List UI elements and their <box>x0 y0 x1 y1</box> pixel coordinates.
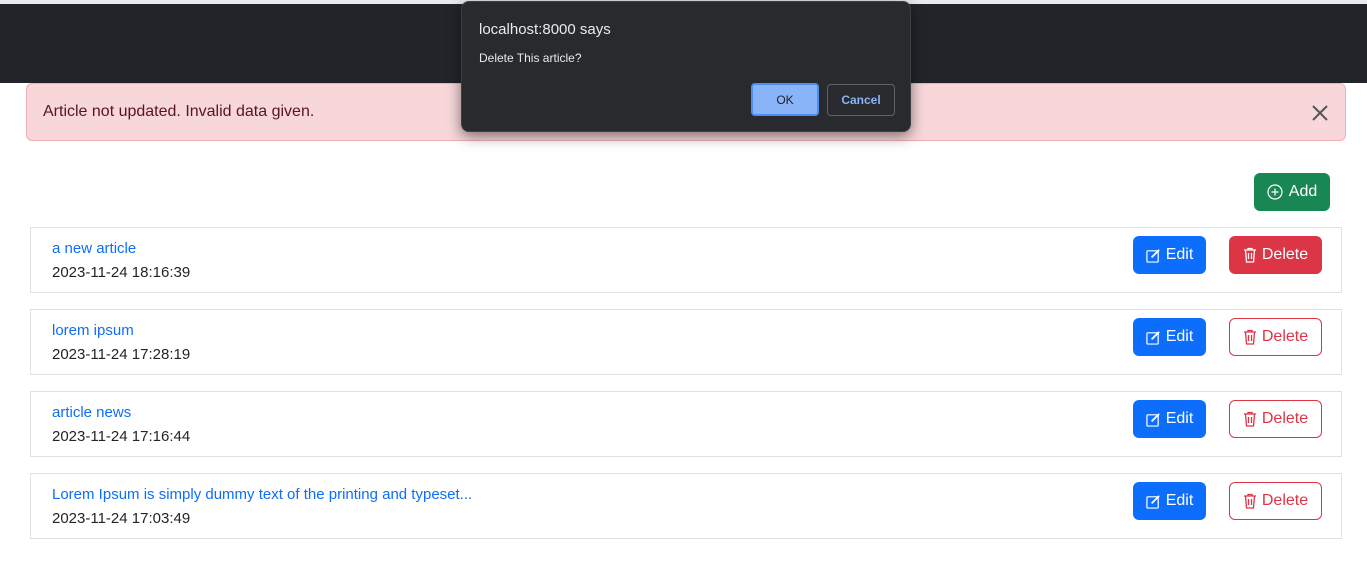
article-title-link[interactable]: article news <box>52 404 131 421</box>
article-date: 2023-11-24 17:16:44 <box>52 428 191 445</box>
edit-button[interactable]: Edit <box>1133 318 1206 356</box>
article-row: Lorem Ipsum is simply dummy text of the … <box>30 473 1342 539</box>
edit-label: Edit <box>1165 246 1194 263</box>
add-button[interactable]: Add <box>1254 173 1330 211</box>
edit-label: Edit <box>1165 410 1194 427</box>
edit-button[interactable]: Edit <box>1133 482 1206 520</box>
trash-icon <box>1243 329 1257 345</box>
delete-label: Delete <box>1261 328 1309 345</box>
trash-icon <box>1243 247 1257 263</box>
edit-button[interactable]: Edit <box>1133 400 1206 438</box>
delete-button[interactable]: Delete <box>1229 482 1322 520</box>
ok-button[interactable]: OK <box>751 83 819 116</box>
confirm-dialog: localhost:8000 says Delete This article?… <box>461 1 911 132</box>
delete-label: Delete <box>1261 492 1309 509</box>
close-icon[interactable] <box>1309 102 1331 124</box>
plus-circle-icon <box>1267 184 1283 200</box>
delete-button[interactable]: Delete <box>1229 400 1322 438</box>
alert-message: Article not updated. Invalid data given. <box>43 103 315 120</box>
edit-label: Edit <box>1165 328 1194 345</box>
pencil-square-icon <box>1146 494 1161 509</box>
article-row: a new article 2023-11-24 18:16:39 Edit D… <box>30 227 1342 293</box>
dialog-origin: localhost:8000 says <box>479 21 611 38</box>
delete-label: Delete <box>1261 410 1309 427</box>
dialog-message: Delete This article? <box>479 51 582 65</box>
article-title-link[interactable]: lorem ipsum <box>52 322 134 339</box>
article-row: article news 2023-11-24 17:16:44 Edit De… <box>30 391 1342 457</box>
add-label: Add <box>1288 183 1318 200</box>
pencil-square-icon <box>1146 412 1161 427</box>
article-date: 2023-11-24 18:16:39 <box>52 264 191 281</box>
pencil-square-icon <box>1146 330 1161 345</box>
delete-label: Delete <box>1261 246 1309 263</box>
trash-icon <box>1243 493 1257 509</box>
trash-icon <box>1243 411 1257 427</box>
article-title-link[interactable]: Lorem Ipsum is simply dummy text of the … <box>52 486 472 503</box>
edit-label: Edit <box>1165 492 1194 509</box>
delete-button[interactable]: Delete <box>1229 236 1322 274</box>
pencil-square-icon <box>1146 248 1161 263</box>
cancel-button[interactable]: Cancel <box>827 84 895 116</box>
delete-button[interactable]: Delete <box>1229 318 1322 356</box>
edit-button[interactable]: Edit <box>1133 236 1206 274</box>
article-title-link[interactable]: a new article <box>52 240 136 257</box>
article-row: lorem ipsum 2023-11-24 17:28:19 Edit Del… <box>30 309 1342 375</box>
article-date: 2023-11-24 17:28:19 <box>52 346 191 363</box>
article-date: 2023-11-24 17:03:49 <box>52 510 191 527</box>
